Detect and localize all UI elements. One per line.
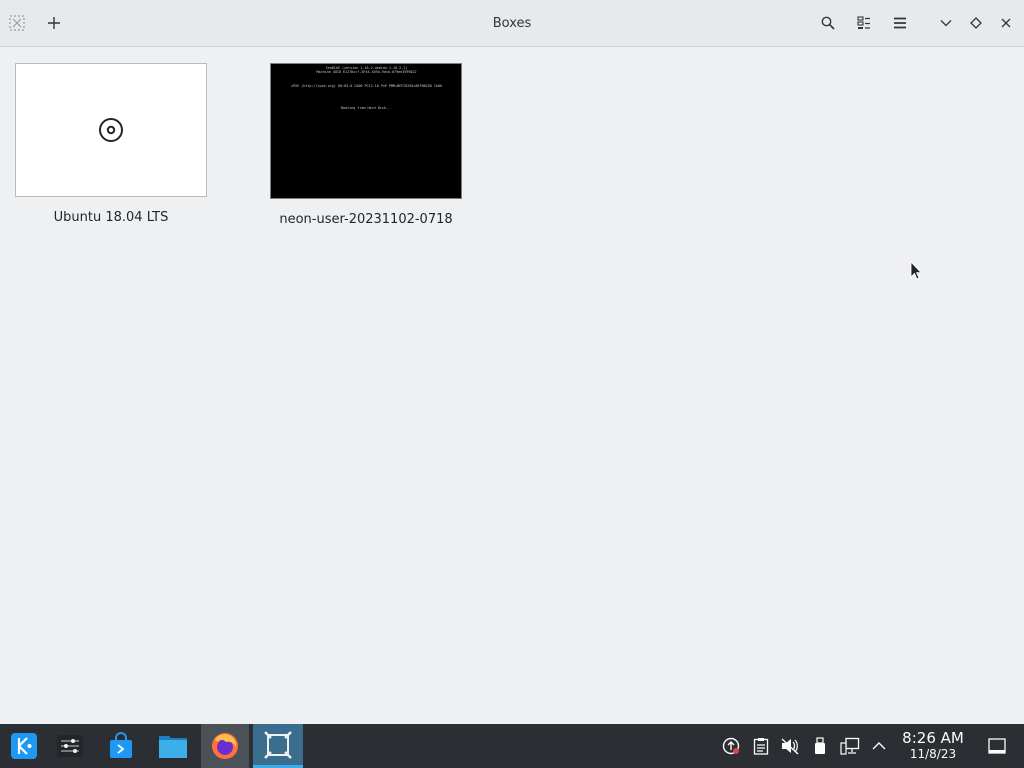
taskbar-firefox[interactable] — [201, 724, 249, 768]
close-icon — [1001, 18, 1011, 28]
taskbar-discover[interactable] — [97, 724, 145, 768]
tray-removable-devices[interactable] — [810, 736, 830, 756]
selection-icon — [9, 15, 25, 31]
search-button[interactable] — [813, 8, 843, 38]
kde-logo-icon — [11, 733, 37, 759]
box-collection: Ubuntu 18.04 LTS SeaBIOS (version 1.16.2… — [0, 48, 1024, 724]
box-thumbnail[interactable]: SeaBIOS (version 1.16.2-debian-1.16.2-1)… — [270, 63, 462, 199]
disc-icon — [99, 118, 123, 142]
clipboard-icon — [753, 738, 769, 755]
taskbar-boxes[interactable] — [253, 724, 303, 768]
tray-expand-button[interactable] — [869, 736, 889, 756]
view-toggle-button[interactable] — [849, 8, 879, 38]
chevron-down-icon — [940, 20, 952, 27]
box-item-neon[interactable]: SeaBIOS (version 1.16.2-debian-1.16.2-1)… — [270, 63, 462, 227]
update-icon — [722, 737, 740, 755]
box-item-ubuntu[interactable]: Ubuntu 18.04 LTS — [15, 63, 207, 225]
box-label: Ubuntu 18.04 LTS — [53, 210, 169, 225]
shopping-bag-icon — [110, 732, 132, 758]
search-icon — [821, 16, 835, 30]
header-bar: Boxes — [0, 0, 1024, 47]
taskbar: 8:26 AM 11/8/23 — [0, 724, 1024, 768]
network-wired-icon — [840, 737, 860, 755]
tray-volume[interactable] — [780, 736, 800, 756]
mouse-cursor-icon — [910, 261, 922, 280]
chevron-up-icon — [872, 742, 886, 750]
firefox-icon — [212, 733, 238, 759]
tray-network[interactable] — [840, 736, 860, 756]
boxes-app-icon — [264, 730, 292, 759]
taskbar-file-manager[interactable] — [149, 724, 197, 768]
select-mode-button[interactable] — [2, 8, 32, 38]
main-menu-button[interactable] — [885, 8, 915, 38]
hamburger-menu-icon — [894, 17, 906, 29]
tray-update-notifier[interactable] — [721, 736, 741, 756]
close-button[interactable] — [991, 8, 1021, 38]
clock-date: 11/8/23 — [909, 747, 957, 761]
box-thumbnail[interactable] — [15, 63, 207, 197]
minimize-button[interactable] — [931, 8, 961, 38]
settings-sliders-icon — [57, 735, 83, 757]
application-launcher[interactable] — [0, 724, 48, 768]
new-box-button[interactable] — [39, 8, 69, 38]
desktop-icon — [988, 738, 1006, 754]
terminal-screen: SeaBIOS (version 1.16.2-debian-1.16.2-1)… — [290, 66, 443, 110]
volume-muted-icon — [781, 738, 799, 755]
plus-icon — [48, 17, 60, 29]
show-desktop-button[interactable] — [987, 736, 1007, 756]
box-label: neon-user-20231102-0718 — [279, 212, 453, 227]
maximize-button[interactable] — [961, 8, 991, 38]
folder-icon — [159, 736, 187, 758]
diamond-icon — [970, 17, 982, 29]
list-view-icon — [857, 16, 870, 29]
taskbar-settings[interactable] — [46, 724, 94, 768]
digital-clock[interactable]: 8:26 AM 11/8/23 — [893, 729, 973, 762]
clock-time: 8:26 AM — [902, 729, 964, 747]
tray-clipboard[interactable] — [751, 736, 771, 756]
usb-drive-icon — [815, 737, 825, 754]
